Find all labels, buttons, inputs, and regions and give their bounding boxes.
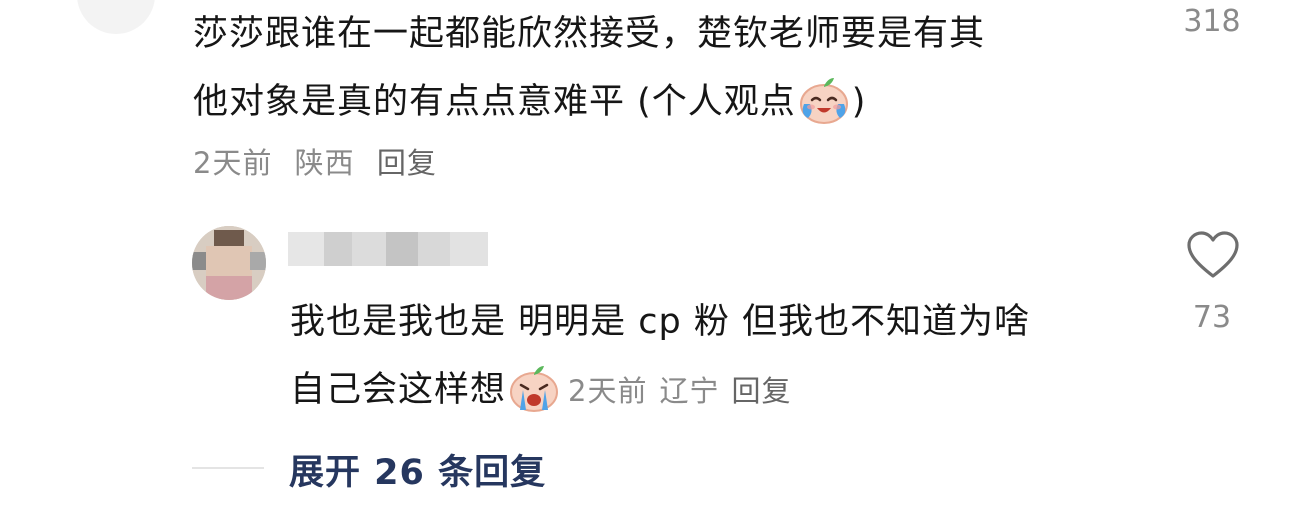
parent-comment-location: 陕西 — [294, 146, 355, 180]
crying-laughing-peach-emoji-icon — [799, 78, 848, 124]
reply-comment-line-2-text: 自己会这样想 — [290, 370, 507, 410]
parent-reply-button[interactable]: 回复 — [377, 146, 437, 180]
reply-comment-time: 2天前 — [568, 374, 648, 408]
blur-block — [418, 232, 452, 266]
blur-block — [288, 232, 326, 266]
blur-block — [450, 232, 488, 266]
reply-username-blurred[interactable] — [288, 232, 498, 266]
heart-outline-icon[interactable] — [1186, 230, 1240, 280]
parent-avatar[interactable] — [77, 0, 155, 34]
avatar-pixel — [250, 252, 266, 270]
avatar-clothes — [206, 276, 252, 300]
reply-comment-meta: 2天前 辽宁 回复 — [568, 374, 803, 408]
parent-comment-meta: 2天前 陕西 回复 — [193, 140, 449, 182]
crying-peach-emoji-icon — [510, 366, 559, 412]
blur-block — [324, 232, 354, 266]
parent-comment-line-2: 他对象是真的有点点意难平 (个人观点 ) — [193, 68, 1123, 136]
parent-comment-text: 莎莎跟谁在一起都能欣然接受，楚钦老师要是有其 他对象是真的有点点意难平 (个人观… — [193, 0, 1123, 136]
reply-reply-button[interactable]: 回复 — [731, 374, 791, 408]
expand-divider — [192, 467, 264, 469]
avatar-pixel — [192, 252, 206, 270]
blur-block — [352, 232, 388, 266]
reply-avatar[interactable] — [192, 226, 266, 300]
reply-comment-location: 辽宁 — [659, 374, 720, 408]
parent-comment-line-2-text: 他对象是真的有点点意难平 (个人观点 — [193, 82, 796, 122]
parent-comment-line-2-end: ) — [851, 82, 867, 122]
avatar-face — [206, 246, 252, 276]
reply-like-count[interactable]: 73 — [1176, 300, 1248, 335]
reply-comment-line-2: 自己会这样想 2天前 辽宁 回复 — [290, 356, 1140, 425]
reply-comment-text: 我也是我也是 明明是 cp 粉 但我也不知道为啥 自己会这样想 2天前 辽宁 回复 — [290, 288, 1140, 425]
parent-comment-time: 2天前 — [193, 146, 273, 180]
parent-comment-line-1: 莎莎跟谁在一起都能欣然接受，楚钦老师要是有其 — [193, 14, 986, 54]
blur-block — [386, 232, 420, 266]
reply-comment-line-1: 我也是我也是 明明是 cp 粉 但我也不知道为啥 — [290, 302, 1030, 342]
expand-replies-button[interactable]: 展开 26 条回复 — [289, 444, 546, 495]
parent-like-count[interactable]: 318 — [1176, 4, 1248, 39]
